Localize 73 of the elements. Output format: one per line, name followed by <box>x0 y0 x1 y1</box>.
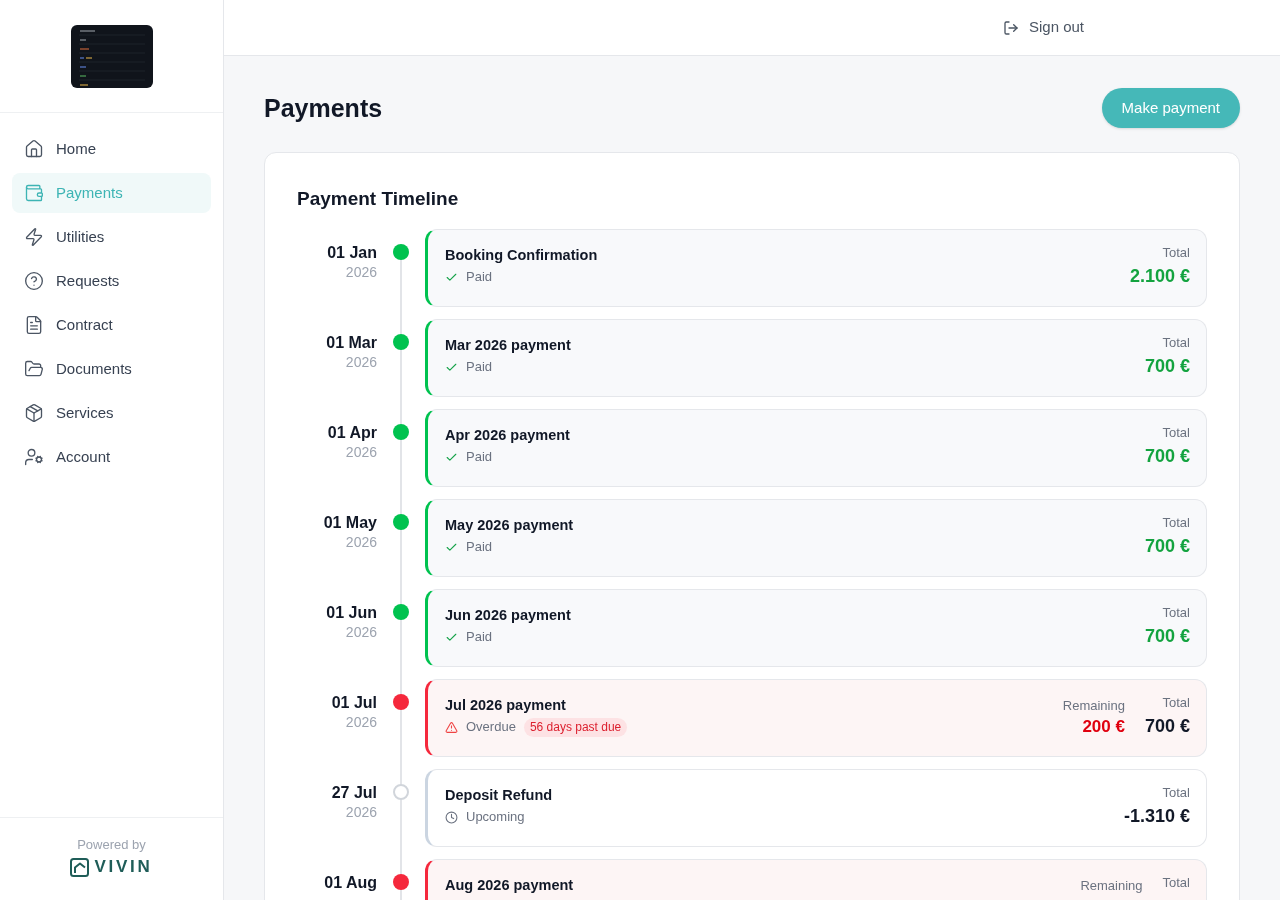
total-amount: 2.100 € <box>1129 265 1190 288</box>
total-label: Total <box>1162 245 1190 261</box>
nav-item[interactable]: Utilities <box>12 217 211 257</box>
payment-title: Mar 2026 payment <box>445 336 571 355</box>
nav-item[interactable]: Services <box>12 393 211 433</box>
nav-item[interactable]: Contract <box>12 305 211 345</box>
total-amount: 700 € <box>1144 715 1190 738</box>
year-text: 2026 <box>344 263 377 281</box>
wallet-icon <box>24 183 44 203</box>
date-text: 01 Aug <box>323 873 377 893</box>
powered-by-text: Powered by <box>77 836 146 854</box>
payment-title: Jun 2026 payment <box>445 606 571 625</box>
date-text: 27 Jul <box>330 783 377 803</box>
payment-title: Jul 2026 payment <box>445 696 567 715</box>
date-text: 01 Mar <box>325 333 377 353</box>
sign-out-icon <box>1002 19 1019 36</box>
timeline-title: Payment Timeline <box>297 187 460 211</box>
status-text: Overdue <box>466 718 516 736</box>
total-label: Total <box>1162 425 1190 441</box>
remaining-label: Remaining <box>1080 878 1143 894</box>
payment-title: Deposit Refund <box>445 786 553 805</box>
year-text: 2026 <box>344 713 377 731</box>
nav-item[interactable]: Home <box>12 129 211 169</box>
sign-out-button[interactable]: Sign out <box>1002 16 1084 39</box>
payment-title: Aug 2026 payment <box>445 876 574 895</box>
status-text: Upcoming <box>466 808 525 826</box>
payment-title: May 2026 payment <box>445 516 574 535</box>
total-amount: 700 € <box>1144 625 1190 648</box>
total-label: Total <box>1162 605 1190 621</box>
home-icon <box>24 139 44 159</box>
date-text: 01 Jun <box>325 603 377 623</box>
total-label: Total <box>1162 695 1190 711</box>
status-text: Paid <box>466 538 493 556</box>
folder-icon <box>24 359 44 379</box>
user-gear-icon <box>24 447 44 467</box>
past-due-badge: 56 days past due <box>523 717 628 737</box>
date-text: 01 Jul <box>330 693 377 713</box>
status-text: Paid <box>466 628 493 646</box>
question-icon <box>24 271 44 291</box>
total-label: Total <box>1162 875 1190 891</box>
total-label: Total <box>1162 515 1190 531</box>
status-text: Paid <box>466 358 493 376</box>
total-amount: 700 € <box>1144 535 1190 558</box>
date-text: 01 Jan <box>326 243 377 263</box>
total-amount: -1.310 € <box>1123 805 1190 828</box>
house-logo-icon <box>70 857 90 877</box>
page-title: Payments <box>264 93 383 124</box>
brand-text: VIVIN <box>94 857 153 877</box>
year-text: 2026 <box>344 443 377 461</box>
document-icon <box>24 315 44 335</box>
date-text: 01 May <box>322 513 377 533</box>
date-text: 01 Apr <box>326 423 377 443</box>
nav-item[interactable]: Documents <box>12 349 211 389</box>
year-text: 2026 <box>344 803 377 821</box>
nav-item[interactable]: Account <box>12 437 211 477</box>
total-amount: 700 € <box>1144 445 1190 468</box>
remaining-amount: 200 € <box>1082 716 1125 738</box>
year-text: 2026 <box>344 353 377 371</box>
status-text: Paid <box>466 268 493 286</box>
payment-title: Booking Confirmation <box>445 246 598 265</box>
year-text: 2026 <box>344 533 377 551</box>
lightning-icon <box>24 227 44 247</box>
total-label: Total <box>1162 785 1190 801</box>
remaining-label: Remaining <box>1062 698 1125 714</box>
nav-item[interactable]: Requests <box>12 261 211 301</box>
clock-icon <box>445 810 458 824</box>
total-amount: 700 € <box>1144 355 1190 378</box>
warning-icon <box>445 720 458 734</box>
box-icon <box>24 403 44 423</box>
payment-title: Apr 2026 payment <box>445 426 570 445</box>
status-text: Paid <box>466 448 493 466</box>
total-label: Total <box>1162 335 1190 351</box>
year-text: 2026 <box>344 623 377 641</box>
